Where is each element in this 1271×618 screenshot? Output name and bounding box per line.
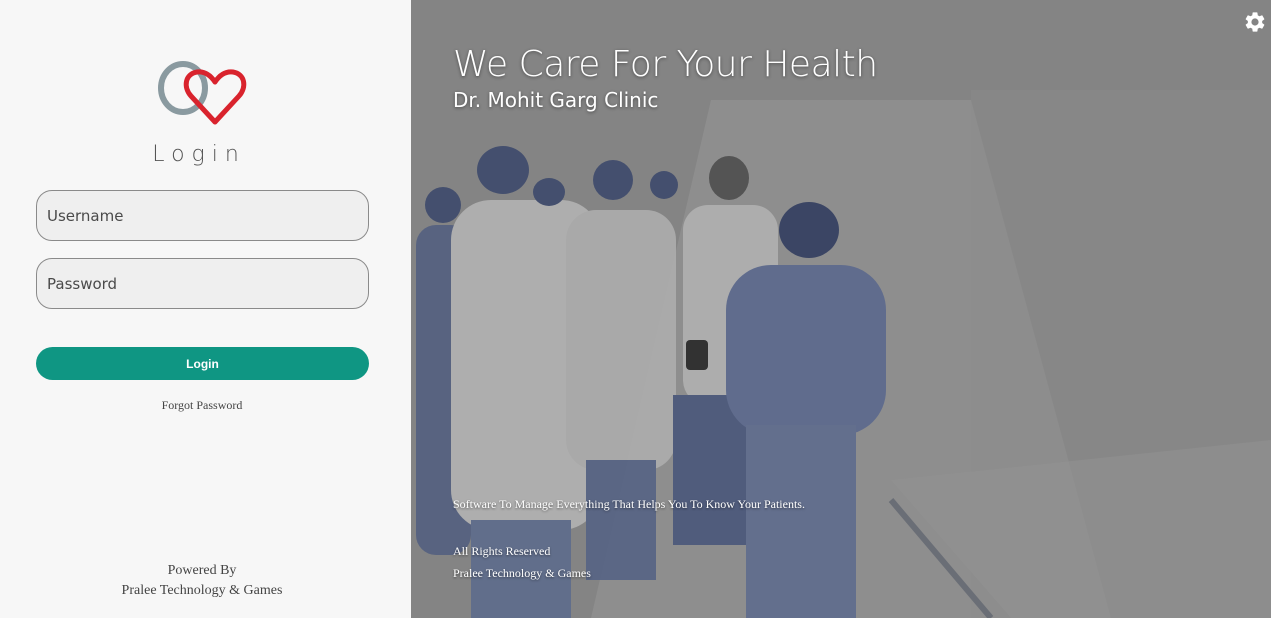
hero-subtitle: Dr. Mohit Garg Clinic: [453, 88, 659, 112]
rights-text: All Rights Reserved: [453, 544, 551, 558]
powered-by-company: Pralee Technology & Games: [121, 583, 283, 598]
hero-panel: We Care For Your Health Dr. Mohit Garg C…: [411, 0, 1271, 618]
rights-company: Pralee Technology & Games: [453, 566, 591, 580]
heart-logo-icon: [158, 61, 247, 125]
powered-by: Powered By Pralee Technology & Games: [0, 561, 404, 601]
gear-icon[interactable]: [1243, 10, 1267, 34]
footer-rights: All Rights Reserved Pralee Technology & …: [453, 540, 591, 584]
forgot-password-link[interactable]: Forgot Password: [0, 398, 404, 413]
login-title: Login: [152, 142, 246, 167]
powered-by-label: Powered By: [167, 563, 237, 578]
hero-title: We Care For Your Health: [453, 44, 878, 85]
login-button[interactable]: Login: [36, 347, 369, 380]
login-panel: Login Login Forgot Password Powered By P…: [0, 0, 411, 618]
hero-tagline: Software To Manage Everything That Helps…: [453, 497, 805, 511]
password-input[interactable]: [36, 258, 369, 309]
username-input[interactable]: [36, 190, 369, 241]
